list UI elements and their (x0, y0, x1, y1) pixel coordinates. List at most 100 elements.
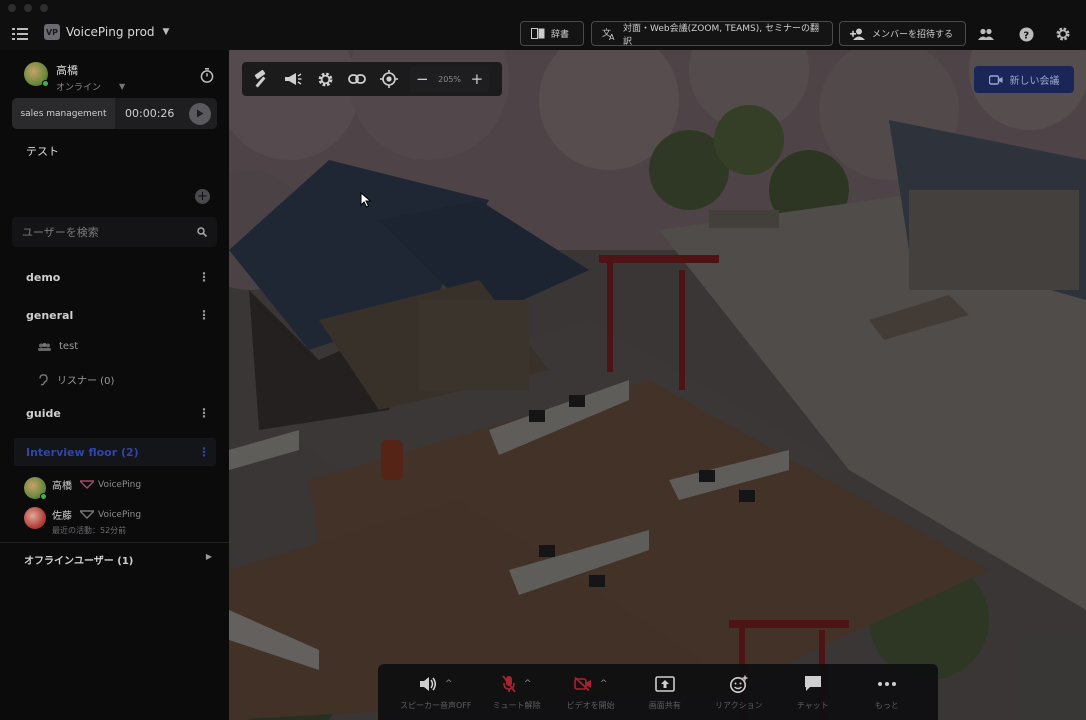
reaction-icon (729, 675, 748, 693)
control-label: リアクション (714, 700, 763, 710)
stopwatch-icon[interactable] (200, 68, 214, 87)
online-status-icon (40, 493, 47, 500)
window-controls (8, 4, 48, 12)
user-name: 高橋 (56, 64, 78, 77)
chevron-up-icon[interactable]: ^ (600, 679, 608, 689)
office-scene-illustration (229, 50, 1086, 720)
sub-channel-test[interactable]: test (38, 341, 78, 352)
avatar (24, 477, 47, 500)
control-label: チャット (796, 700, 829, 710)
member-app: VoicePing (80, 480, 141, 490)
user-status[interactable]: オンライン ▼ (56, 80, 125, 93)
maximize-window-dot[interactable] (40, 4, 48, 12)
member-name-row: 佐藤 VoicePing (52, 507, 142, 523)
avatar (24, 507, 46, 529)
current-user[interactable]: 高橋 オンライン ▼ (24, 62, 125, 93)
session-timer: 00:00:26 (125, 107, 175, 120)
more-vertical-icon[interactable]: ⋮ (198, 270, 216, 284)
play-button[interactable] (189, 102, 211, 125)
locate-icon[interactable] (378, 68, 400, 90)
mouse-cursor-icon (360, 192, 372, 208)
members-icon[interactable] (977, 25, 995, 43)
close-window-dot[interactable] (8, 4, 16, 12)
divider (0, 542, 229, 543)
channel-general[interactable]: general ⋮ (26, 308, 216, 322)
user-status-label: オンライン (56, 83, 102, 93)
offline-users-toggle[interactable]: オフラインユーザー (1) ▶ (24, 552, 212, 567)
channel-name: general (26, 308, 74, 322)
chevron-up-icon[interactable]: ^ (445, 679, 453, 689)
more-icon (877, 681, 896, 686)
more-control[interactable]: もっと (858, 674, 916, 711)
control-label: 画面共有 (648, 700, 681, 710)
speaker-icon (420, 676, 437, 691)
chevron-down-icon: ▼ (119, 82, 126, 91)
link-icon[interactable] (346, 68, 368, 90)
dictionary-button[interactable]: 辞書 (520, 21, 584, 46)
zoom-out-button[interactable]: − (416, 71, 429, 87)
more-vertical-icon[interactable]: ⋮ (198, 406, 216, 420)
video-off-icon (574, 676, 591, 691)
zoom-in-button[interactable]: + (471, 71, 484, 87)
workspace-name: VoicePing prod (66, 25, 155, 39)
sub-channel-listener[interactable]: リスナー (0) (38, 372, 114, 387)
book-icon (531, 28, 545, 39)
virtual-office-canvas[interactable]: − 205% + 新しい会議 ^ スピーカー音声OFF ^ ミュート解除 ^ ビ… (229, 50, 1086, 720)
new-meeting-label: 新しい会議 (1009, 76, 1060, 87)
workspace-switcher[interactable]: VP VoicePing prod ▼ (44, 24, 169, 40)
search-icon (197, 227, 207, 237)
dictionary-label: 辞書 (551, 30, 570, 40)
translate-icon: 文A (602, 27, 615, 41)
zoom-control: − 205% + (410, 66, 490, 92)
chevron-down-icon: ▼ (162, 27, 170, 37)
settings-icon[interactable] (1054, 25, 1072, 43)
speaker-control[interactable]: ^ スピーカー音声OFF (400, 674, 472, 711)
channel-interview-floor[interactable]: Interview floor (2) ⋮ (26, 445, 216, 459)
video-control[interactable]: ^ ビデオを開始 (562, 674, 620, 711)
chevron-up-icon[interactable]: ^ (524, 679, 532, 689)
invite-members-button[interactable]: メンバーを招待する (839, 21, 966, 46)
member-app-label: VoicePing (98, 509, 142, 520)
play-icon (197, 109, 204, 118)
control-label: スピーカー音声OFF (400, 700, 472, 710)
voiceping-logo-icon (80, 480, 94, 489)
channel-guide[interactable]: guide ⋮ (26, 406, 216, 420)
session-name[interactable]: sales management (12, 98, 115, 129)
minimize-window-dot[interactable] (24, 4, 32, 12)
new-meeting-button[interactable]: 新しい会議 (974, 66, 1074, 93)
megaphone-icon[interactable] (282, 68, 304, 90)
gear-icon[interactable] (314, 68, 336, 90)
member-name: 高橋 (52, 481, 72, 492)
group-icon (38, 342, 51, 351)
invite-label: メンバーを招待する (872, 30, 954, 40)
hammer-icon[interactable] (250, 68, 272, 90)
add-channel-icon[interactable]: + (195, 189, 210, 204)
member-row[interactable]: 佐藤 VoicePing 最近の活動：52分前 (24, 507, 141, 536)
work-session: sales management 00:00:26 (12, 98, 217, 129)
search-input[interactable] (22, 225, 197, 239)
sidebar: 高橋 オンライン ▼ sales management 00:00:26 テスト… (0, 50, 229, 720)
add-person-icon (850, 28, 865, 40)
screen-share-control[interactable]: 画面共有 (636, 674, 694, 711)
zoom-level: 205% (438, 74, 462, 84)
control-label: ビデオを開始 (566, 700, 615, 710)
channel-demo[interactable]: demo ⋮ (26, 270, 216, 284)
more-vertical-icon[interactable]: ⋮ (198, 445, 216, 459)
top-bar: VP VoicePing prod ▼ 辞書 文A 対面・Web会議(ZOOM,… (0, 0, 1086, 50)
mic-control[interactable]: ^ ミュート解除 (488, 674, 546, 711)
menu-icon[interactable] (12, 26, 28, 40)
call-controls: ^ スピーカー音声OFF ^ ミュート解除 ^ ビデオを開始 画面共有 リアクシ… (378, 664, 938, 720)
help-icon[interactable]: ? (1017, 25, 1035, 43)
translate-button[interactable]: 文A 対面・Web会議(ZOOM, TEAMS), セミナーの翻訳 (591, 21, 833, 47)
more-vertical-icon[interactable]: ⋮ (198, 308, 216, 322)
channel-name: guide (26, 406, 61, 420)
ear-icon (39, 373, 48, 385)
member-row[interactable]: 高橋 VoicePing (24, 477, 141, 500)
member-name-row: 高橋 VoicePing (52, 477, 141, 493)
member-app-label: VoicePing (98, 479, 142, 490)
reaction-control[interactable]: リアクション (710, 674, 768, 711)
channel-name: Interview floor (2) (26, 445, 139, 459)
chat-control[interactable]: チャット (784, 674, 842, 711)
status-message[interactable]: テスト (26, 143, 59, 159)
scene-toolbar: − 205% + (242, 62, 502, 96)
